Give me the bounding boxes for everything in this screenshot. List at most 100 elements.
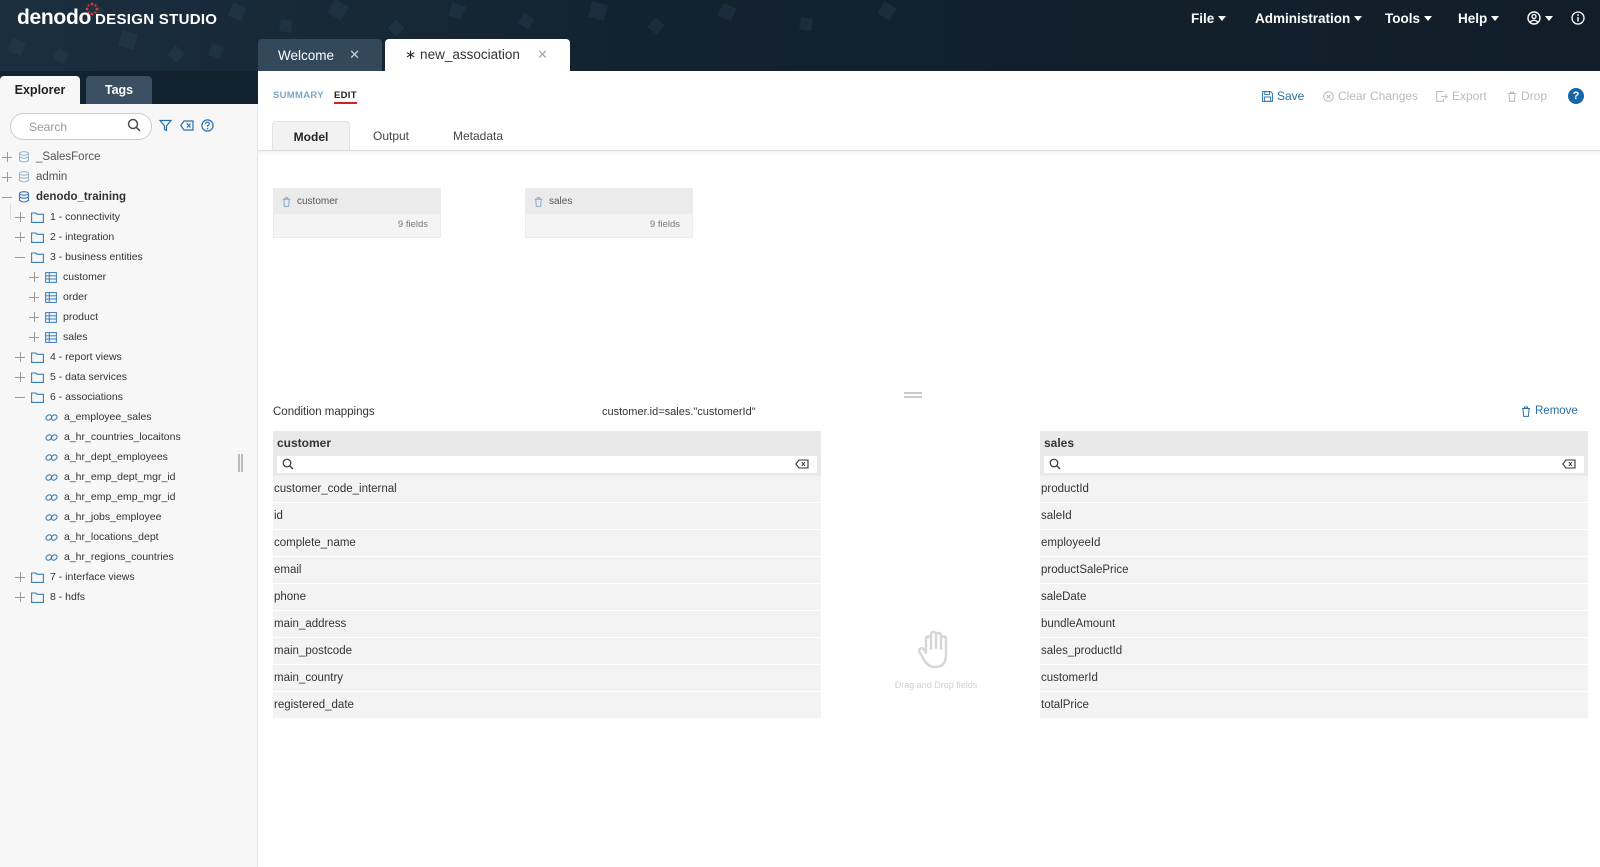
info-icon (1571, 11, 1585, 25)
expand-icon[interactable] (15, 372, 25, 382)
view-name: sales (549, 196, 573, 207)
field-row[interactable]: main_postcode (273, 638, 821, 665)
menu-help-label: Help (1458, 10, 1488, 26)
export-button[interactable]: Export (1436, 88, 1487, 104)
trash-icon[interactable] (282, 196, 291, 207)
tree-item-business-entities[interactable]: 3 - business entities (15, 247, 143, 267)
close-icon[interactable]: ✕ (537, 47, 548, 63)
view-box-sales[interactable]: sales 9 fields (525, 188, 693, 238)
field-row[interactable]: saleId (1040, 503, 1588, 530)
tab-model[interactable]: Model (272, 121, 350, 151)
field-row[interactable]: customer_code_internal (273, 476, 821, 503)
tree-item-data-services[interactable]: 5 - data services (15, 367, 127, 387)
clear-filter-icon[interactable] (180, 119, 194, 132)
edit-link[interactable]: EDIT (334, 90, 357, 104)
tree-item-interface-views[interactable]: 7 - interface views (15, 567, 135, 587)
tree-item-association[interactable]: a_hr_countries_locaitons (45, 427, 181, 447)
field-row[interactable]: saleDate (1040, 584, 1588, 611)
field-row[interactable]: email (273, 557, 821, 584)
tree-item-sales[interactable]: sales (29, 327, 88, 347)
field-row[interactable]: registered_date (273, 692, 821, 719)
collapse-icon[interactable] (15, 252, 25, 262)
table-icon (45, 291, 57, 303)
menu-file[interactable]: File (1191, 0, 1227, 36)
tree-item-association[interactable]: a_hr_emp_dept_mgr_id (45, 467, 176, 487)
expand-icon[interactable] (15, 232, 25, 242)
field-row[interactable]: id (273, 503, 821, 530)
tab-welcome[interactable]: Welcome ✕ (258, 39, 382, 71)
field-row[interactable]: phone (273, 584, 821, 611)
field-row[interactable]: complete_name (273, 530, 821, 557)
expand-icon[interactable] (29, 292, 39, 302)
help-button[interactable]: ? (1568, 88, 1584, 104)
remove-button[interactable]: Remove (1521, 405, 1578, 417)
field-row[interactable]: main_address (273, 611, 821, 638)
field-search-input[interactable] (1044, 456, 1584, 473)
tree-item-association[interactable]: a_employee_sales (45, 407, 152, 427)
field-row[interactable]: main_country (273, 665, 821, 692)
field-search-input[interactable] (277, 456, 817, 473)
tree-item-order[interactable]: order (29, 287, 88, 307)
tree-item-association[interactable]: a_hr_dept_employees (45, 447, 168, 467)
field-row[interactable]: productSalePrice (1040, 557, 1588, 584)
field-row[interactable]: sales_productId (1040, 638, 1588, 665)
expand-icon[interactable] (29, 312, 39, 322)
field-row[interactable]: bundleAmount (1040, 611, 1588, 638)
tree-item-denodo-training[interactable]: denodo_training (2, 187, 126, 207)
expand-icon[interactable] (15, 572, 25, 582)
tree-item-integration[interactable]: 2 - integration (15, 227, 114, 247)
filter-icon[interactable] (159, 119, 172, 132)
clear-input-icon[interactable] (1562, 459, 1576, 469)
field-row[interactable]: employeeId (1040, 530, 1588, 557)
clear-input-icon[interactable] (795, 459, 809, 469)
tree-item-product[interactable]: product (29, 307, 98, 327)
tree-item-admin[interactable]: admin (2, 167, 67, 187)
expand-icon[interactable] (15, 352, 25, 362)
save-button[interactable]: Save (1262, 88, 1304, 104)
field-row[interactable]: totalPrice (1040, 692, 1588, 719)
tab-metadata[interactable]: Metadata (449, 121, 507, 151)
expand-icon[interactable] (29, 272, 39, 282)
panel-resize-handle[interactable] (904, 392, 922, 398)
drop-button[interactable]: Drop (1507, 88, 1547, 104)
expand-icon[interactable] (15, 212, 25, 222)
tab-new-association[interactable]: ∗ new_association ✕ (385, 39, 570, 71)
expand-icon[interactable] (2, 152, 12, 162)
tree-item-associations[interactable]: 6 - associations (15, 387, 123, 407)
tree-item-label: customer (63, 271, 107, 283)
menu-file-label: File (1191, 10, 1215, 26)
expand-icon[interactable] (2, 172, 12, 182)
tab-tags[interactable]: Tags (86, 76, 152, 104)
tree-item-customer[interactable]: customer (29, 267, 106, 287)
help-circle-icon[interactable] (201, 119, 214, 132)
sidebar-resize-handle[interactable] (237, 454, 244, 472)
clear-changes-button[interactable]: Clear Changes (1323, 88, 1418, 104)
trash-icon[interactable] (534, 196, 543, 207)
expand-icon[interactable] (15, 592, 25, 602)
tree-item-report-views[interactable]: 4 - report views (15, 347, 122, 367)
info-button[interactable] (1571, 0, 1585, 36)
field-row[interactable]: customerId (1040, 665, 1588, 692)
user-menu[interactable] (1527, 0, 1553, 36)
tree-item-hdfs[interactable]: 8 - hdfs (15, 587, 85, 607)
tree-item-connectivity[interactable]: 1 - connectivity (15, 207, 120, 227)
tree-item-association[interactable]: a_hr_regions_countries (45, 547, 174, 567)
tree-item-association[interactable]: a_hr_emp_emp_mgr_id (45, 487, 175, 507)
tab-output[interactable]: Output (366, 121, 416, 151)
menu-tools[interactable]: Tools (1385, 0, 1432, 36)
tree-item-association[interactable]: a_hr_jobs_employee (45, 507, 161, 527)
tab-explorer[interactable]: Explorer (0, 76, 80, 104)
tree-item-association[interactable]: a_hr_locations_dept (45, 527, 159, 547)
summary-link[interactable]: SUMMARY (273, 90, 324, 101)
menu-help[interactable]: Help (1458, 0, 1500, 36)
view-box-customer[interactable]: customer 9 fields (273, 188, 441, 238)
search-icon[interactable] (127, 118, 141, 132)
collapse-icon[interactable] (2, 192, 12, 202)
menu-administration[interactable]: Administration (1255, 0, 1363, 36)
close-icon[interactable]: ✕ (349, 47, 360, 63)
folder-icon (31, 211, 44, 223)
collapse-icon[interactable] (15, 392, 25, 402)
tree-item-salesforce[interactable]: _SalesForce (2, 147, 101, 167)
field-row[interactable]: productId (1040, 476, 1588, 503)
expand-icon[interactable] (29, 332, 39, 342)
